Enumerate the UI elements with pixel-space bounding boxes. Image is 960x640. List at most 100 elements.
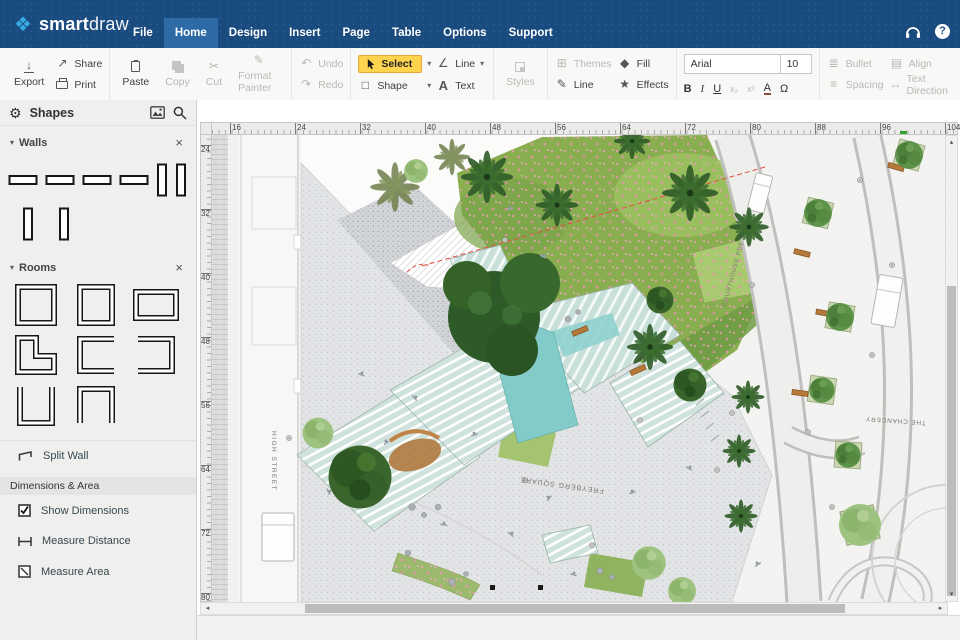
wall-shape-horizontal-4[interactable] (119, 174, 149, 186)
menu-options[interactable]: Options (432, 18, 497, 48)
vruler-label: 40 (201, 273, 211, 282)
select-dropdown-caret[interactable]: ▾ (427, 59, 431, 68)
hruler-label: 24 (295, 123, 306, 134)
drawing-page[interactable]: HIGH STREET FREYBERG SQUARE COURTHOUSE P… (212, 135, 945, 602)
search-icon[interactable] (173, 106, 187, 120)
font-size-input[interactable] (779, 53, 812, 74)
line-tool-button[interactable]: ∠ Line (436, 56, 475, 72)
vertical-scrollbar[interactable]: ▴ ▾ (945, 135, 958, 602)
headset-icon[interactable] (905, 25, 921, 39)
text-tool-button[interactable]: A Text (436, 78, 475, 94)
horizontal-scrollbar[interactable]: ◂ ▸ (200, 602, 948, 615)
room-shape-square-1[interactable] (12, 282, 60, 328)
walls-section-header: ▾ Walls × (0, 126, 196, 153)
spacing-button[interactable]: ≡ Spacing (827, 77, 883, 93)
superscript-button[interactable]: x² (747, 84, 755, 94)
room-shape-rectangle[interactable] (132, 282, 180, 328)
room-shape-c-open-left[interactable] (132, 332, 180, 378)
select-tool-button[interactable]: Select (358, 54, 423, 73)
menu-table[interactable]: Table (381, 18, 432, 48)
share-button[interactable]: ↗ Share (55, 56, 102, 72)
shape-dropdown-caret[interactable]: ▾ (427, 81, 431, 90)
horizontal-ruler: 16 24 32 40 48 56 64 72 80 88 96 104 (212, 122, 960, 135)
wall-shape-vertical-2[interactable] (175, 163, 187, 197)
menu-design[interactable]: Design (218, 18, 278, 48)
gear-icon[interactable]: ⚙ (9, 106, 22, 120)
show-dimensions-button[interactable]: Show Dimensions (0, 495, 196, 526)
cut-button[interactable]: ✂ Cut (201, 60, 227, 89)
line-tool-icon: ∠ (437, 56, 449, 70)
menu-file[interactable]: File (122, 18, 164, 48)
measure-distance-icon (18, 536, 32, 546)
bold-button[interactable]: B (684, 83, 692, 95)
menu-home[interactable]: Home (163, 18, 218, 48)
split-wall-button[interactable]: Split Wall (0, 441, 196, 471)
effects-button[interactable]: ★ Effects (618, 77, 668, 93)
line-style-button[interactable]: ✎ Line (555, 77, 612, 93)
room-shape-square-2[interactable] (72, 282, 120, 328)
horizontal-scroll-thumb[interactable] (305, 604, 845, 613)
italic-button[interactable]: I (701, 83, 705, 95)
measure-area-button[interactable]: Measure Area (0, 556, 196, 587)
smartdraw-logo[interactable]: ❖ smartdraw (14, 14, 129, 35)
shape-tool-button[interactable]: □ Shape (358, 78, 422, 94)
paste-button[interactable]: Paste (117, 60, 154, 88)
font-color-button[interactable]: A (763, 82, 771, 95)
menu-insert[interactable]: Insert (278, 18, 331, 48)
split-wall-icon (18, 451, 32, 461)
print-button[interactable]: Print (55, 77, 102, 93)
rooms-close-icon[interactable]: × (172, 260, 186, 275)
styles-button[interactable]: Styles (501, 60, 540, 88)
wall-shape-vertical-1[interactable] (156, 163, 168, 197)
themes-button[interactable]: ⊞ Themes (555, 56, 612, 72)
wall-shape-horizontal-2[interactable] (45, 174, 75, 186)
scroll-left-arrow[interactable]: ◂ (202, 603, 213, 614)
copy-button[interactable]: Copy (160, 60, 195, 88)
menu-support[interactable]: Support (498, 18, 564, 48)
wall-shape-horizontal-1[interactable] (8, 174, 38, 186)
site-plan-drawing[interactable]: HIGH STREET FREYBERG SQUARE COURTHOUSE P… (212, 135, 945, 602)
subscript-button[interactable]: x₂ (730, 84, 738, 94)
room-shape-l[interactable] (12, 332, 60, 378)
scroll-right-arrow[interactable]: ▸ (935, 603, 946, 614)
underline-button[interactable]: U (713, 83, 721, 95)
line-style-icon: ✎ (556, 77, 567, 91)
scroll-up-arrow[interactable]: ▴ (946, 137, 957, 148)
wall-shape-horizontal-3[interactable] (82, 174, 112, 186)
hruler-label: 104 (945, 123, 960, 134)
wall-shape-vertical-4[interactable] (58, 207, 70, 241)
vruler-label: 80 (201, 593, 211, 602)
menu-page[interactable]: Page (331, 18, 381, 48)
help-icon[interactable]: ? (935, 24, 950, 39)
align-button[interactable]: ▤ Align (890, 56, 951, 72)
line-dropdown-caret[interactable]: ▾ (480, 59, 484, 68)
wall-shape-vertical-3[interactable] (22, 207, 34, 241)
room-shape-c-open-right[interactable] (72, 332, 120, 378)
room-shape-u-open-top[interactable] (12, 382, 60, 428)
bullet-button[interactable]: ≣ Bullet (827, 56, 884, 72)
redo-button[interactable]: ↷ Redo (299, 77, 343, 93)
export-button[interactable]: ↓ Export (9, 59, 49, 89)
vertical-scroll-thumb[interactable] (947, 286, 956, 596)
walls-shape-grid-row2 (0, 201, 196, 251)
walls-shape-grid (0, 153, 196, 201)
hruler-label: 40 (425, 123, 436, 134)
rooms-collapse-caret[interactable]: ▾ (10, 263, 14, 272)
measure-distance-button[interactable]: Measure Distance (0, 526, 196, 556)
room-shape-u-open-bottom[interactable] (72, 382, 120, 428)
walls-close-icon[interactable]: × (172, 135, 186, 150)
ruler-corner (200, 122, 212, 135)
symbol-button[interactable]: Ω (780, 83, 788, 95)
font-name-input[interactable] (683, 53, 780, 74)
image-library-icon[interactable] (150, 106, 165, 119)
text-direction-button[interactable]: ↔ Text Direction (890, 73, 951, 97)
walls-collapse-caret[interactable]: ▾ (10, 138, 14, 147)
scroll-down-arrow[interactable]: ▾ (946, 589, 957, 600)
themes-icon: ⊞ (556, 56, 567, 70)
undo-button[interactable]: ↶ Undo (299, 56, 343, 72)
format-painter-button[interactable]: ✎ Format Painter (233, 54, 284, 95)
toolbar-group-output: ↓ Export ↗ Share Print (2, 48, 111, 100)
fill-button[interactable]: ◆ Fill (618, 56, 669, 72)
vruler-label: 64 (201, 465, 211, 474)
main-menu: File Home Design Insert Page Table Optio… (122, 18, 564, 48)
